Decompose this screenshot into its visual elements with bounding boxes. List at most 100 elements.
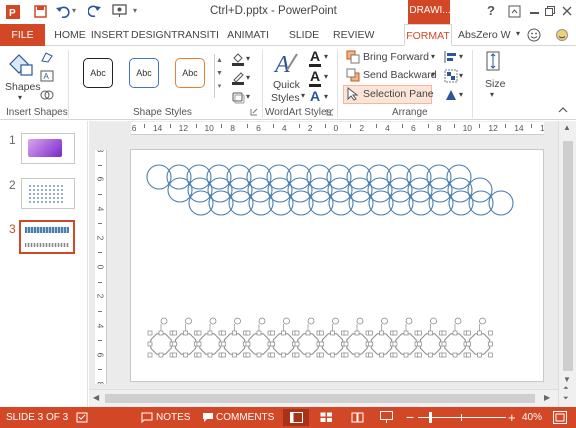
face-icon[interactable] (554, 28, 570, 42)
selection-pane-button[interactable]: Selection Pane (363, 86, 434, 102)
wordart-launcher-icon[interactable] (326, 108, 334, 116)
slide-thumbnail-3-selected[interactable] (19, 220, 75, 254)
scroll-right-icon[interactable]: ▶ (544, 393, 550, 402)
style-swatch-blue[interactable]: Abc (129, 58, 159, 88)
rotate-dropdown-icon[interactable]: ▾ (459, 90, 463, 99)
slide-3[interactable] (130, 149, 544, 382)
shapes-icon[interactable] (7, 50, 35, 78)
shape-outline-dropdown-icon[interactable]: ▾ (246, 73, 250, 82)
align-dropdown-icon[interactable]: ▾ (459, 52, 463, 61)
slide-show-view-icon[interactable] (380, 411, 393, 423)
bring-forward-button[interactable]: Bring Forward (363, 49, 429, 65)
normal-view-icon[interactable] (290, 412, 303, 423)
scroll-left-icon[interactable]: ◀ (93, 393, 99, 402)
text-effects-icon[interactable]: A (310, 88, 320, 104)
chain-link-shape[interactable] (343, 317, 371, 358)
reading-view-icon[interactable] (351, 412, 364, 423)
shape-styles-launcher-icon[interactable] (250, 108, 258, 116)
chain-link-shape[interactable] (147, 317, 175, 358)
notes-icon[interactable] (141, 412, 153, 423)
zoom-out-button[interactable]: − (406, 407, 414, 428)
vertical-scroll-thumb[interactable] (563, 141, 573, 371)
ribbon-display-icon[interactable] (508, 5, 521, 18)
size-button[interactable]: Size (485, 76, 505, 92)
send-backward-button[interactable]: Send Backward (363, 67, 437, 83)
chain-link-shape[interactable] (368, 317, 395, 358)
chain-link-shape[interactable] (392, 317, 420, 358)
smiley-feedback-icon[interactable] (526, 27, 542, 43)
bring-forward-icon[interactable] (346, 50, 360, 64)
slide-sorter-icon[interactable] (320, 412, 333, 423)
style-more-icon[interactable]: ▾ (215, 80, 224, 93)
group-dropdown-icon[interactable]: ▾ (459, 71, 463, 80)
size-dropdown-icon[interactable]: ▾ (490, 90, 494, 99)
tab-design[interactable]: DESIGN (131, 24, 171, 46)
style-swatch-black[interactable]: Abc (83, 58, 113, 88)
style-swatch-orange[interactable]: Abc (175, 58, 205, 88)
group-icon[interactable] (444, 69, 458, 83)
quick-styles-dropdown-icon[interactable]: ▾ (301, 91, 305, 100)
text-fill-dropdown-icon[interactable]: ▾ (324, 52, 328, 61)
shape-outline-icon[interactable] (231, 71, 245, 85)
style-scroll-down-icon[interactable]: ▼ (215, 67, 224, 80)
shape-fill-icon[interactable] (231, 52, 245, 66)
text-outline-icon[interactable]: A (310, 68, 320, 84)
comments-icon[interactable] (202, 412, 214, 423)
slide-thumbnail-1[interactable] (21, 133, 75, 164)
style-scroll-up-icon[interactable]: ▲ (215, 54, 224, 67)
account-name[interactable]: AbsZero W (458, 24, 518, 46)
next-slide-icon[interactable]: ⏷ (563, 395, 569, 403)
restore-icon[interactable] (545, 6, 555, 16)
zoom-level[interactable]: 40% (522, 407, 542, 428)
merge-shapes-icon[interactable] (40, 88, 54, 102)
text-effects-dropdown-icon[interactable]: ▾ (324, 92, 328, 101)
redo-icon[interactable] (88, 4, 101, 18)
chain-link-shape[interactable] (245, 317, 273, 358)
chain-link-shape[interactable] (466, 317, 493, 358)
shapes-button[interactable]: Shapes (5, 79, 41, 95)
tab-file[interactable]: FILE (0, 24, 45, 46)
undo-icon[interactable] (56, 5, 70, 18)
shapes-dropdown-icon[interactable]: ▾ (18, 93, 22, 102)
text-outline-dropdown-icon[interactable]: ▾ (324, 72, 328, 81)
chain-link-shape[interactable] (221, 317, 248, 358)
help-button[interactable]: ? (487, 3, 495, 18)
rotate-icon[interactable] (444, 88, 458, 102)
minimize-icon[interactable] (530, 12, 539, 14)
send-backward-icon[interactable] (346, 68, 360, 82)
shape-fill-dropdown-icon[interactable]: ▾ (246, 54, 250, 63)
slide-thumbnail-2[interactable] (21, 178, 75, 209)
chain-link-shape[interactable] (270, 317, 297, 358)
quick-styles-label-2[interactable]: Styles (271, 90, 300, 106)
scroll-up-icon[interactable]: ▲ (563, 123, 571, 132)
tab-format[interactable]: FORMAT (404, 24, 452, 46)
chain-link-shape[interactable] (294, 317, 322, 358)
shape-effects-icon[interactable] (231, 90, 245, 104)
zoom-slider-thumb[interactable] (429, 412, 432, 423)
text-box-icon[interactable]: A (40, 69, 54, 83)
zoom-in-button[interactable]: + (508, 407, 516, 428)
collapse-ribbon-icon[interactable] (558, 106, 568, 114)
send-backward-dropdown-icon[interactable]: ▾ (431, 70, 435, 79)
selection-pane-icon[interactable] (346, 87, 360, 101)
tab-home[interactable]: HOME (52, 24, 88, 46)
chain-link-shape[interactable] (319, 317, 346, 358)
close-icon[interactable] (562, 6, 572, 16)
previous-slide-icon[interactable]: ⏶ (563, 385, 569, 393)
tab-slide-show[interactable]: SLIDE SHO (278, 24, 330, 63)
comments-button[interactable]: COMMENTS (216, 407, 274, 428)
spelling-check-icon[interactable] (76, 412, 88, 423)
vertical-scrollbar[interactable]: ▲ ▼ ⏶ ⏷ (558, 121, 576, 407)
text-fill-icon[interactable]: A (310, 48, 320, 64)
tab-insert[interactable]: INSERT (90, 24, 130, 46)
size-icon[interactable] (483, 49, 503, 73)
save-icon[interactable] (34, 5, 47, 18)
slideshow-icon[interactable] (112, 4, 127, 18)
fit-slide-icon[interactable] (553, 411, 567, 424)
chain-link-shape[interactable] (196, 317, 224, 358)
horizontal-scrollbar[interactable]: ◀ ▶ (89, 389, 558, 406)
bring-forward-dropdown-icon[interactable]: ▾ (431, 52, 435, 61)
tab-review[interactable]: REVIEW (333, 24, 374, 46)
horizontal-scroll-thumb[interactable] (105, 394, 535, 403)
quick-styles-icon[interactable]: A (273, 50, 299, 78)
